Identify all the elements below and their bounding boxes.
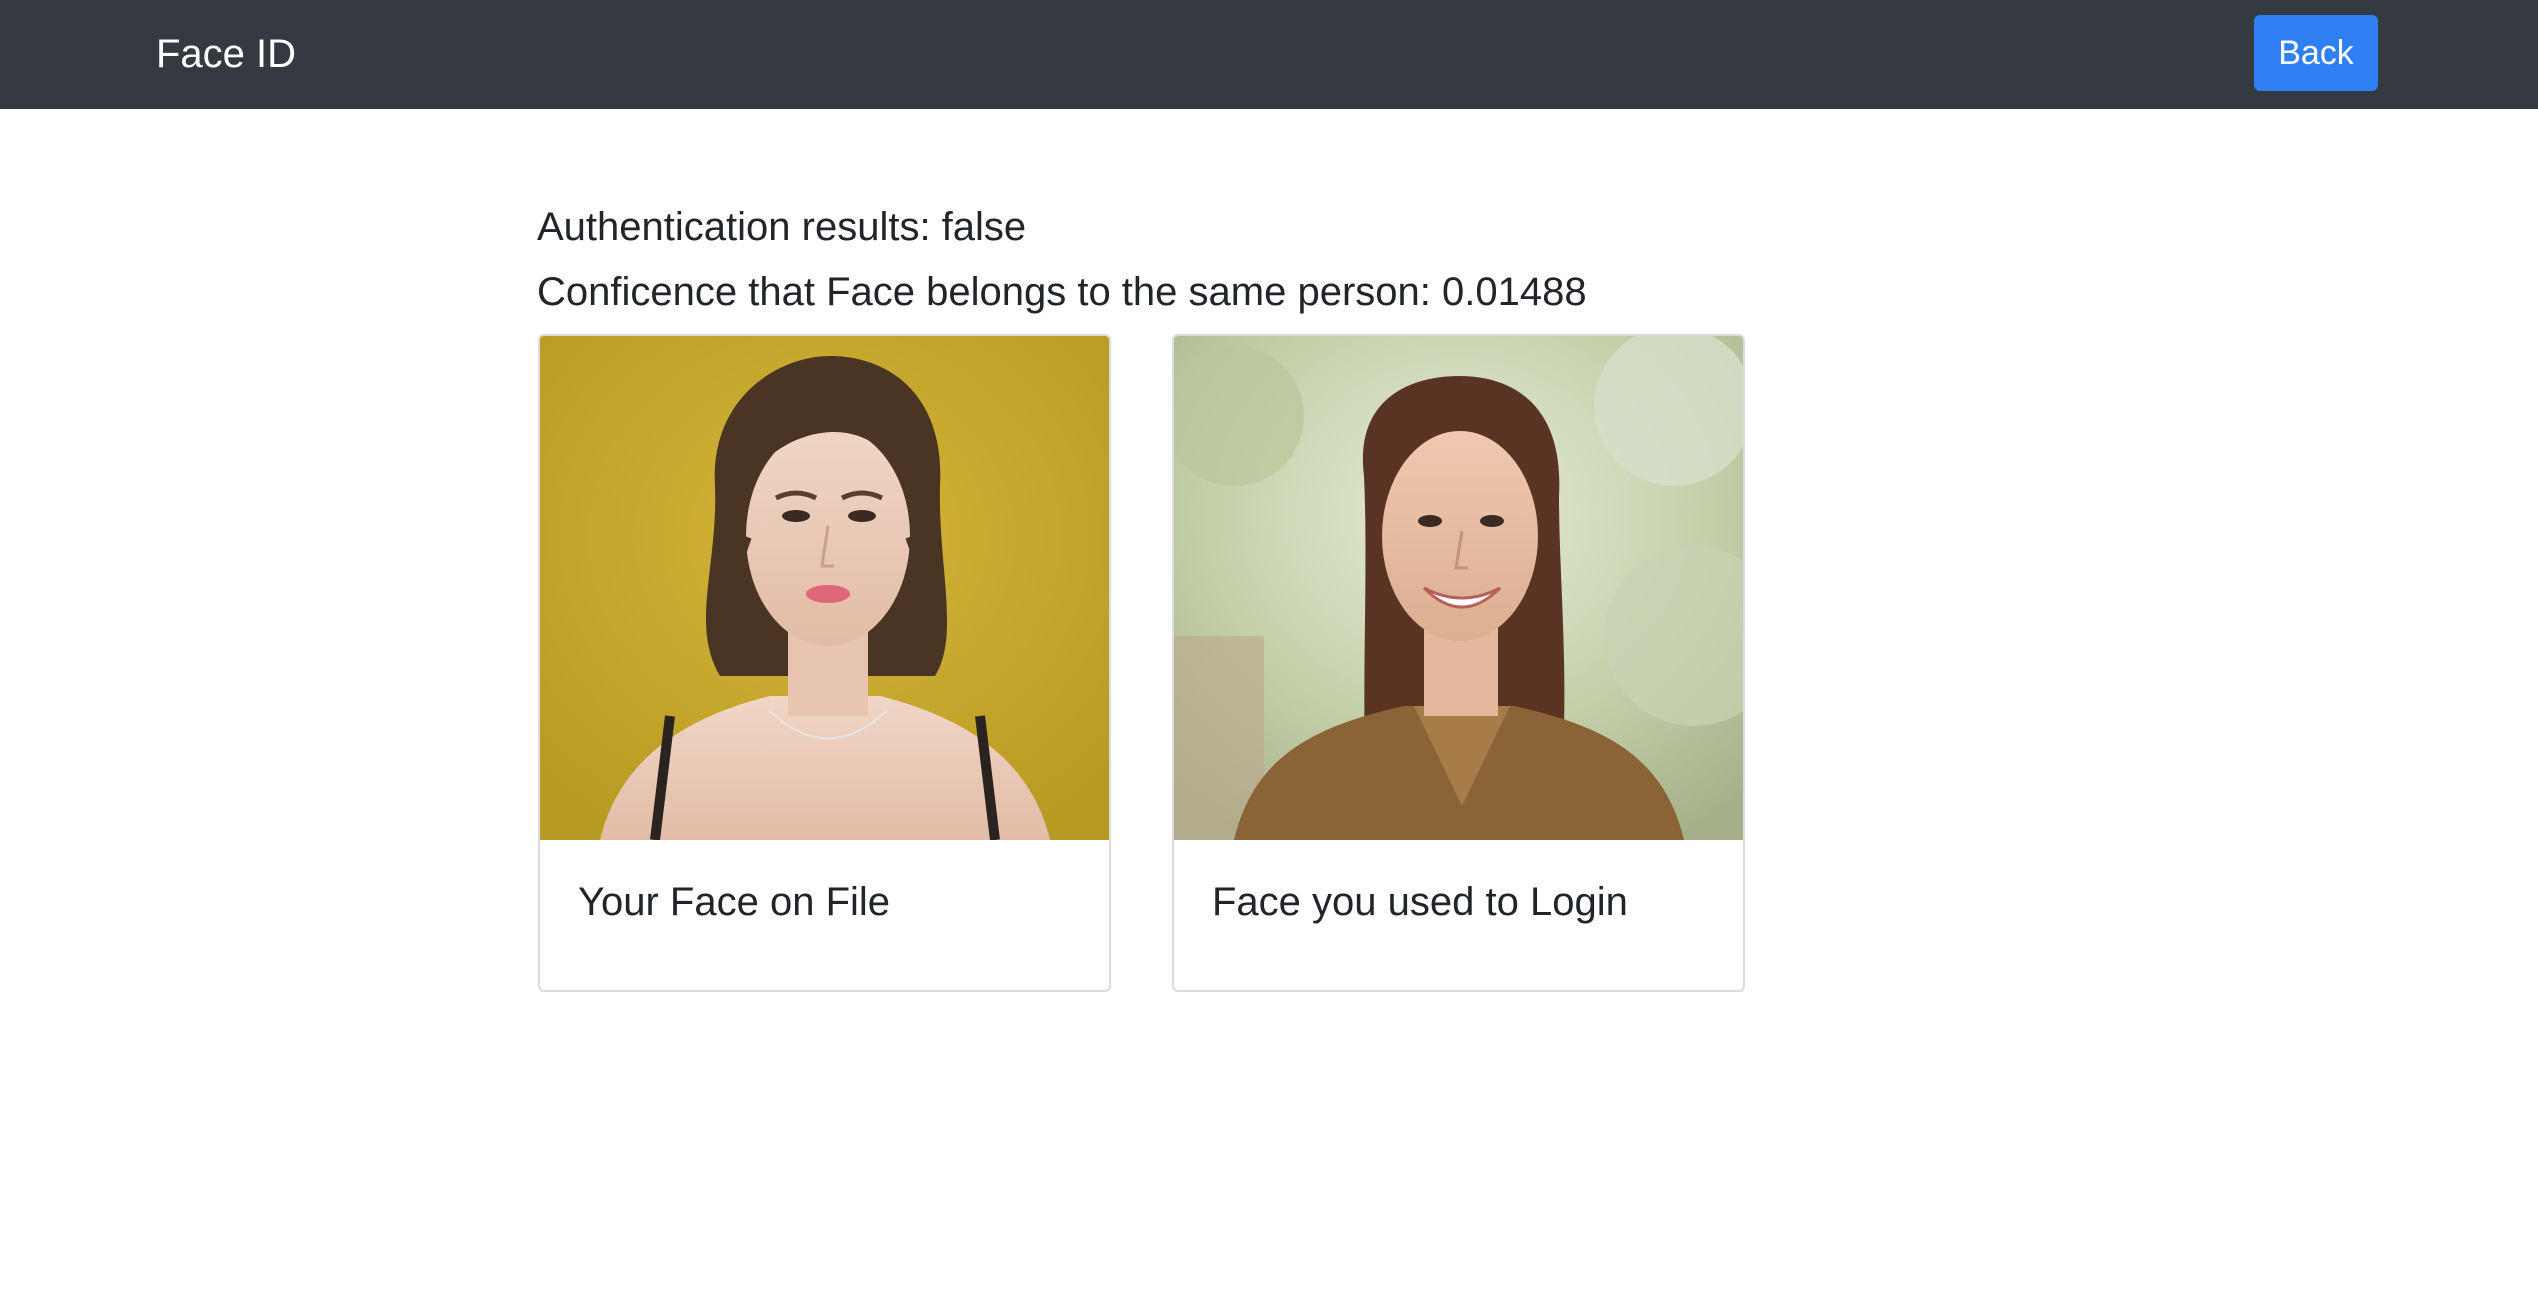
face-on-file-title: Your Face on File (578, 880, 891, 924)
brand-title[interactable]: Face ID (156, 28, 296, 80)
login-face-title: Face you used to Login (1212, 880, 1628, 924)
face-on-file-photo (540, 336, 1109, 840)
navbar: Face ID Back (0, 0, 2538, 109)
face-on-file-card: Your Face on File (538, 334, 1111, 992)
confidence-result: Conficence that Face belongs to the same… (537, 270, 1587, 314)
login-face-photo (1174, 336, 1743, 840)
authentication-result: Authentication results: false (537, 205, 1027, 249)
login-face-card: Face you used to Login (1172, 334, 1745, 992)
back-button[interactable]: Back (2254, 15, 2378, 91)
